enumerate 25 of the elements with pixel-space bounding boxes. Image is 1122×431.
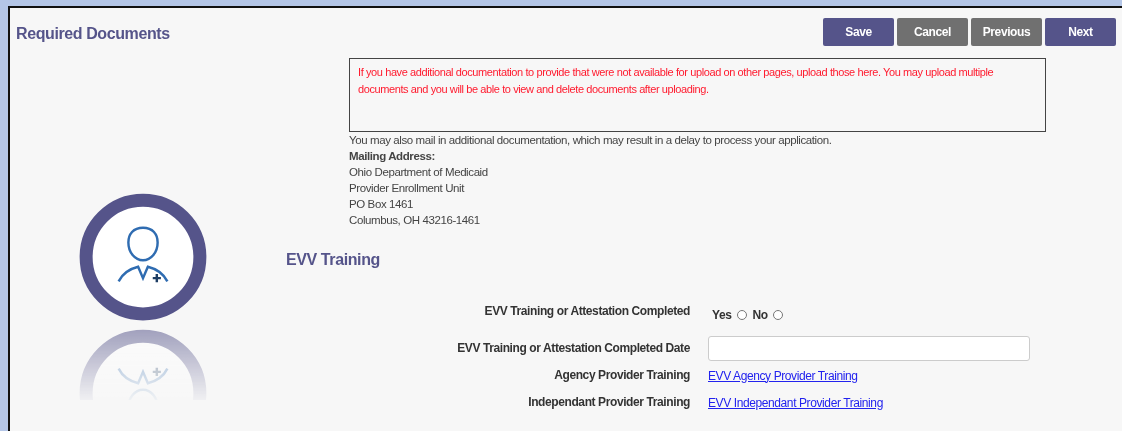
address-line: PO Box 1461: [349, 197, 414, 212]
date-input-field[interactable]: [708, 335, 1030, 361]
button-save[interactable]: Save: [823, 18, 894, 46]
field-label: Independant Provider Training: [527, 394, 690, 411]
address-line: Provider Enrollment Unit: [349, 181, 466, 196]
button-previous[interactable]: Previous: [971, 18, 1042, 46]
user-avatar-icon: [78, 192, 208, 322]
radio-label: No: [752, 307, 768, 324]
training-link[interactable]: EVV Agency Provider Training: [708, 368, 858, 383]
radio-label: Yes: [712, 307, 732, 324]
training-link[interactable]: EVV Independant Provider Training: [708, 395, 883, 410]
radio-button[interactable]: [736, 310, 747, 320]
button-next[interactable]: Next: [1045, 18, 1116, 46]
field-label: EVV Training or Attestation Completed: [483, 303, 690, 320]
button-cancel[interactable]: Cancel: [897, 18, 968, 46]
page-title: Required Documents: [15, 24, 170, 44]
notice-text: If you have additional documentation to provide that were not available for upload on other pages, upload those here. You may upload multiple documents and you will be able to view and delete documents after uploading.: [358, 65, 995, 97]
field-label: EVV Training or Attestation Completed Date: [456, 340, 690, 357]
address-line: Ohio Department of Medicaid: [349, 165, 489, 180]
radio-button[interactable]: [772, 310, 783, 320]
section-title: EVV Training: [286, 250, 381, 270]
mail-note: You may also mail in additional documentation, which may result in a delay to process your application.: [349, 133, 833, 148]
field-label: Agency Provider Training: [553, 367, 690, 384]
address-line: Columbus, OH 43216-1461: [349, 213, 481, 228]
mailing-address-label: Mailing Address:: [349, 149, 436, 164]
